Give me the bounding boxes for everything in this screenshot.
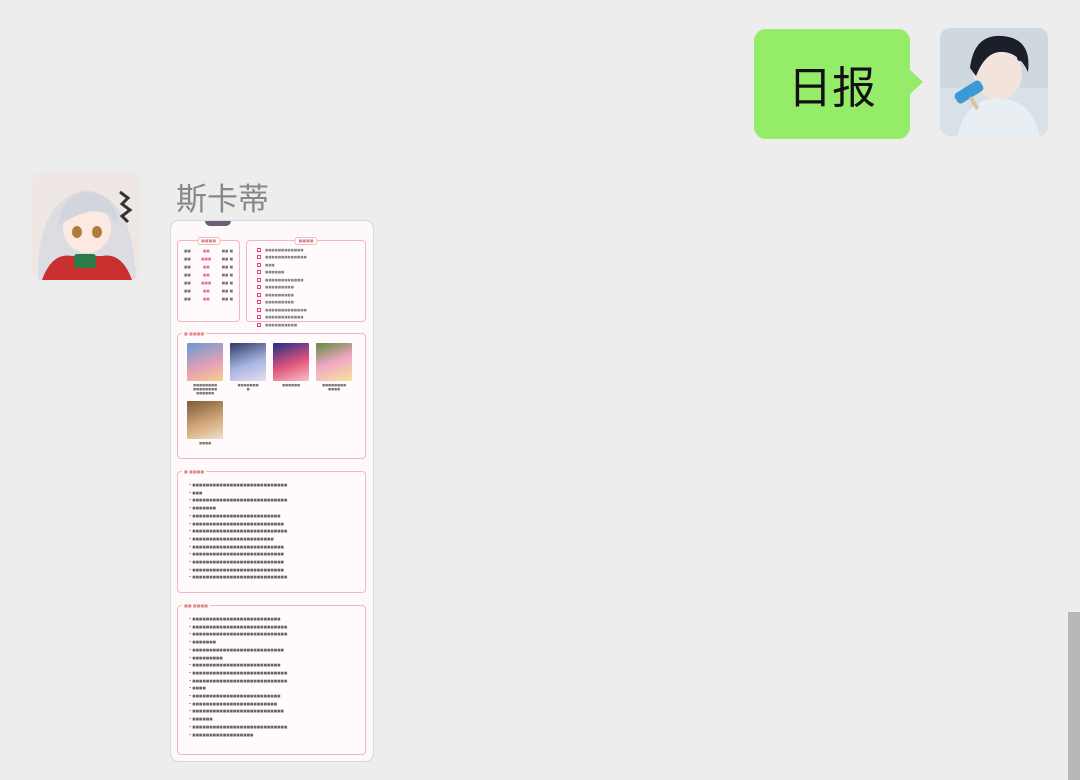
list-item: ■■■■■■■■■■■■■■■■■■■■■■■■■■■	[189, 559, 359, 567]
list-item: ■■■■■■	[247, 269, 365, 277]
table-row: ■■ ■■ ■■ ■	[184, 265, 233, 269]
table-row: ■■ ■■ ■■ ■	[184, 297, 233, 301]
list-item: ■■■■■■■■■■■■■	[247, 306, 365, 314]
list-item: ■■■■■■■■■■■■■■■■■■■■■■■■■■■■	[189, 497, 359, 505]
list-item: ■■■■■■■■■■■■■■■■■■■■■■■■■■■	[189, 521, 359, 529]
card-tag: ■■■■	[196, 237, 221, 245]
list-item: ■■■■■■■■■■■■	[247, 246, 365, 254]
table-row: ■■ ■■ ■■ ■	[184, 249, 233, 253]
list-item: ■■■■■■■■■■	[247, 321, 365, 329]
checklist-card: ■■■■ ■■■■■■■■■■■■ ■■■■■■■■■■■■■ ■■■ ■■■■…	[246, 237, 366, 327]
my-avatar[interactable]	[940, 28, 1048, 136]
list-item: ■■■■■■■■■■■■■■■■■■■■■■■■■■■	[189, 708, 359, 716]
my-message-bubble[interactable]: 日报	[754, 29, 923, 139]
list-item: ■■■■■■■■■■■■■■■■■■■■■■■■■■■■	[189, 670, 359, 678]
list-item: ■■■■■■■■■■■■■■■■■■	[189, 732, 359, 740]
tech-list: ■■■■■■■■■■■■■■■■■■■■■■■■■■ ■■■■■■■■■■■■■…	[189, 616, 359, 739]
avatar-boy-icon	[940, 28, 1048, 136]
list-item: ■■■■■■■■■■■■■■■■■■■■■■■■■■■	[189, 567, 359, 575]
list-item: ■■■■■■■■■■■■■■■■■■■■■■■■■■■■	[189, 528, 359, 536]
list-item: ■■■■■■■■■■■■■■■■■■■■■■■■	[189, 536, 359, 544]
list-item: ■■■■■■■■■■■■■■■■■■■■■■■■■■	[189, 513, 359, 521]
list-item: ■■■■■■■■■■■■■	[247, 254, 365, 262]
list-item: ■■■■■■	[189, 716, 359, 724]
card-tag: ■■■■	[294, 237, 318, 245]
list-item: ■■■■■■■■■■■■	[247, 314, 365, 322]
image-top-fragment	[205, 221, 231, 226]
list-item: ■■■■■■■■■■■■■■■■■■■■■■■■■■	[189, 616, 359, 624]
list-item: ■■■■■■■■■■■■■■■■■■■■■■■■■	[189, 701, 359, 709]
card-tag: ■ ■■■■	[182, 469, 207, 474]
list-item: ■■■■■■■■■■■■■■■■■■■■■■■■■■■■	[189, 624, 359, 632]
list-item: ■■■■■■■■■■■■■■■■■■■■■■■■■■■■	[189, 482, 359, 490]
scrollbar-thumb[interactable]	[1068, 612, 1080, 780]
my-message-text: 日报	[788, 63, 876, 114]
sender-avatar[interactable]	[32, 172, 140, 280]
list-item: ■■■■■■■■■■■■■■■■■■■■■■■■■■■■	[189, 678, 359, 686]
card-tag: ■■ ■■■■	[182, 603, 210, 608]
list-item: ■■■■■■■■■■■■■■■■■■■■■■■■■■■■	[189, 631, 359, 639]
list-item: ■■■■■■■■■	[247, 299, 365, 307]
daily-report-image[interactable]: ■■■■ ■■ ■■ ■■ ■ ■■ ■■■ ■■ ■ ■■ ■■ ■■ ■ ■■ ■■ ■■ …	[171, 221, 373, 761]
list-item: ■■■■■■■■■■■■■■■■■■■■■■■■■■■	[189, 551, 359, 559]
cover-item: ■■■■■■■ ■	[230, 343, 266, 391]
list-item: ■■■■■■■■■■■■■■■■■■■■■■■■■■■	[189, 544, 359, 552]
table-row: ■■ ■■ ■■ ■	[184, 289, 233, 293]
avatar-girl-icon	[32, 172, 140, 280]
list-item: ■■■■■■■■■■■■■■■■■■■■■■■■■■■	[189, 647, 359, 655]
list-item: ■■■■■■■	[189, 639, 359, 647]
cover-item: ■■■■■■■■ ■■■■■■■■ ■■■■■■	[187, 343, 223, 395]
table-row: ■■ ■■■ ■■ ■	[184, 257, 233, 261]
list-item: ■■■■■■■■■	[247, 284, 365, 292]
list-item: ■■■■■■■■■■■■■■■■■■■■■■■■■■■■	[189, 574, 359, 582]
list-item: ■■■■	[189, 685, 359, 693]
list-item: ■■■■■■■■■■■■■■■■■■■■■■■■■■	[189, 662, 359, 670]
stats-card: ■■■■ ■■ ■■ ■■ ■ ■■ ■■■ ■■ ■ ■■ ■■ ■■ ■ ■■ ■■ ■■ …	[177, 237, 240, 322]
card-tag: ■ ■■■■	[182, 331, 207, 336]
sender-name: 斯卡蒂	[176, 182, 269, 218]
cover-item: ■■■■■■	[273, 343, 309, 387]
list-item: ■■■■■■■■■	[247, 291, 365, 299]
list-item: ■■■■■■■■■■■■■■■■■■■■■■■■■■■■	[189, 724, 359, 732]
cover-item: ■■■■■■■■ ■■■■	[316, 343, 352, 391]
list-item: ■■■■■■■	[189, 505, 359, 513]
list-item: ■■■■■■■■■	[189, 655, 359, 663]
list-item: ■■■■■■■■■■■■	[247, 276, 365, 284]
list-item: ■■■	[189, 490, 359, 498]
cover-item: ■■■■	[187, 401, 223, 445]
list-item: ■■■	[247, 261, 365, 269]
table-row: ■■ ■■ ■■ ■	[184, 273, 233, 277]
table-row: ■■ ■■■ ■■ ■	[184, 281, 233, 285]
list-item: ■■■■■■■■■■■■■■■■■■■■■■■■■■	[189, 693, 359, 701]
news-list: ■■■■■■■■■■■■■■■■■■■■■■■■■■■■ ■■■ ■■■■■■■…	[189, 482, 359, 582]
